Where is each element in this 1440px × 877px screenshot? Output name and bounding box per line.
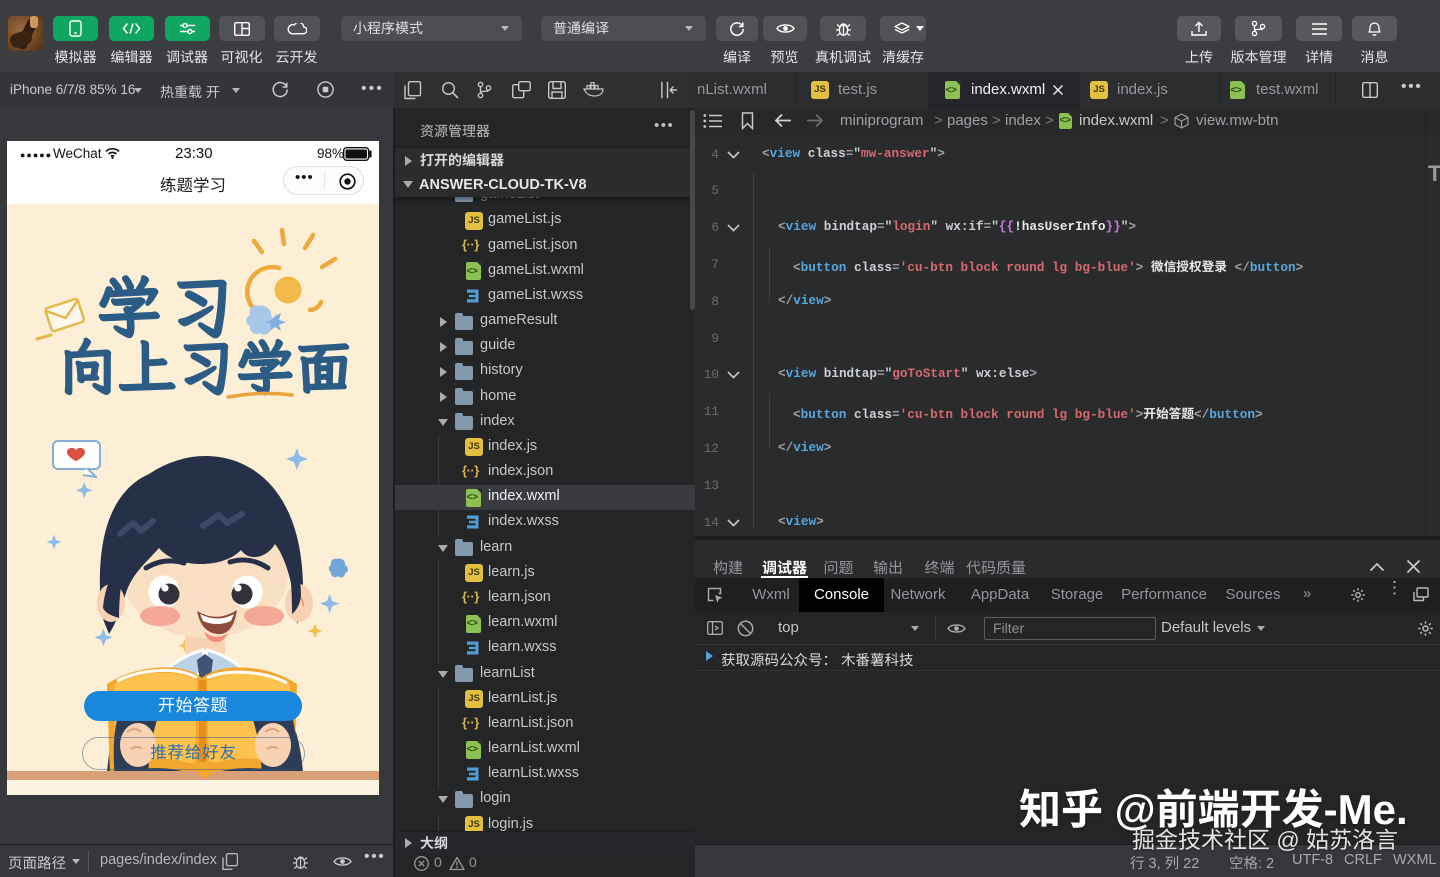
svg-text:向上习学面: 向上习学面 (58, 327, 353, 405)
